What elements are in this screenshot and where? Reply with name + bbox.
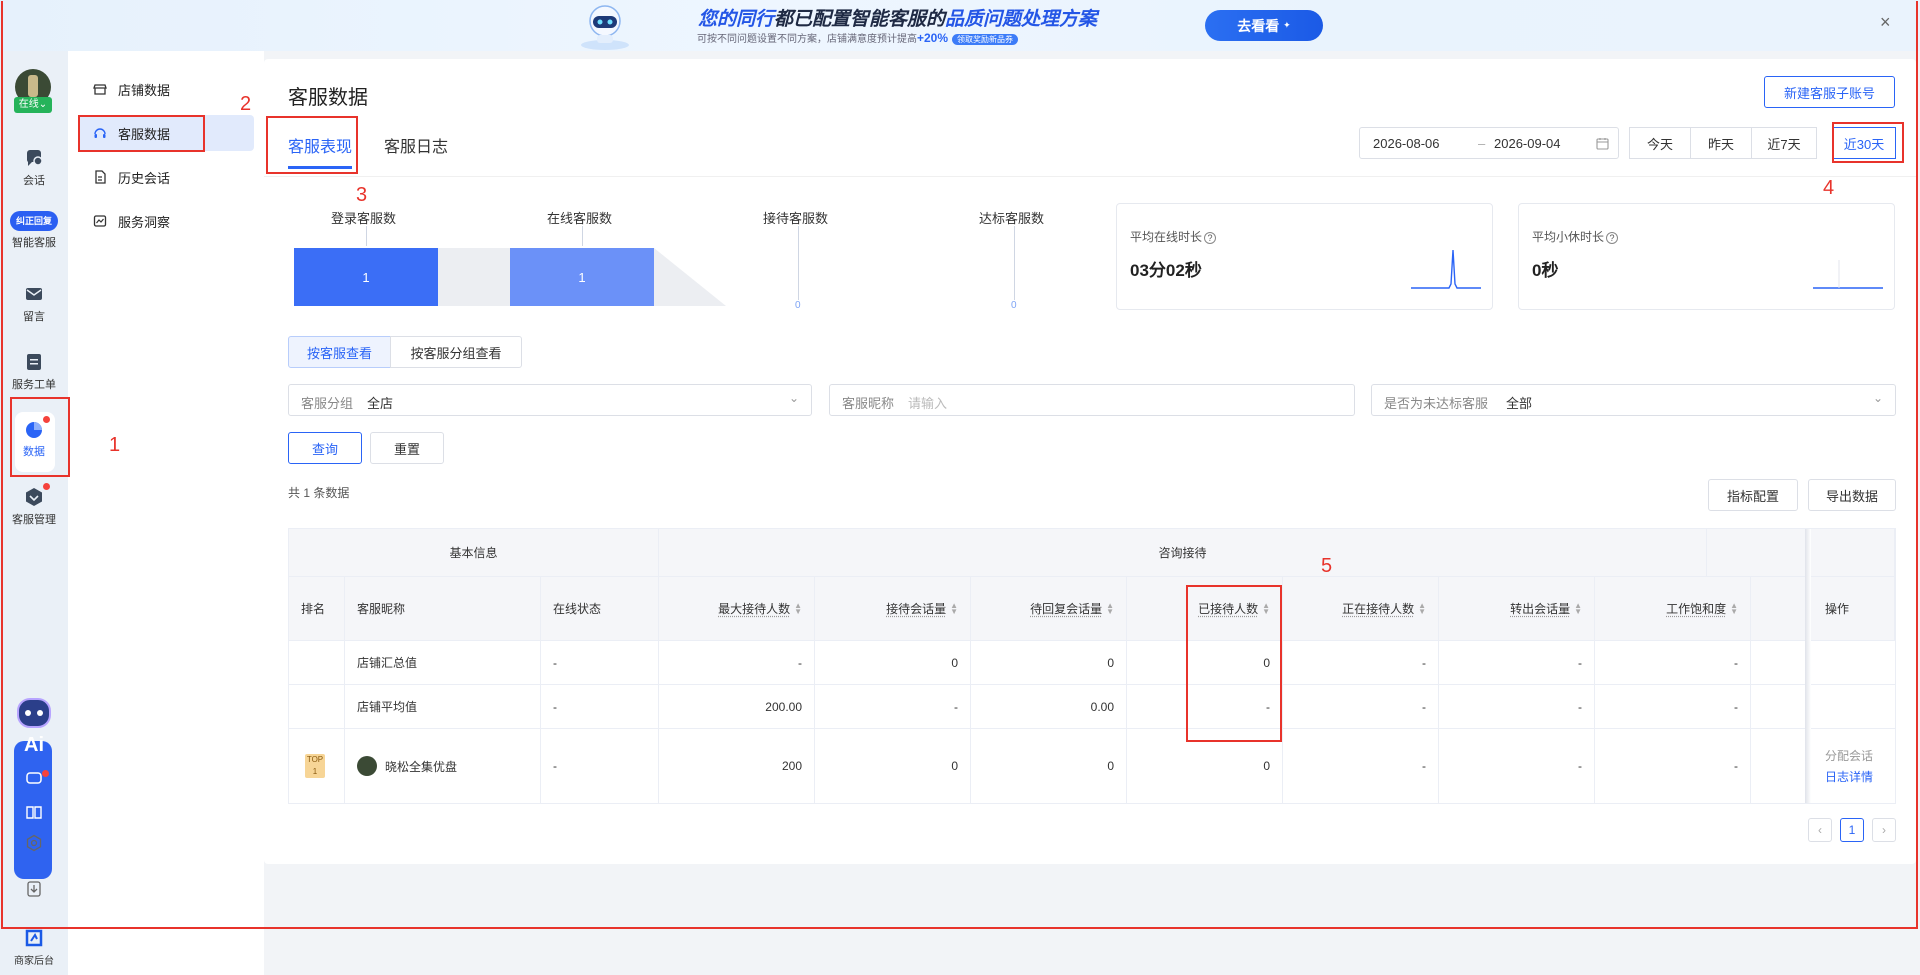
annotation-box-4 bbox=[1832, 122, 1904, 163]
annotation-box-5 bbox=[1186, 585, 1282, 742]
rail-label: 商家后台 bbox=[14, 956, 54, 967]
annotation-box-3 bbox=[266, 116, 358, 174]
annotation-number-2: 2 bbox=[240, 93, 252, 115]
merchant-logo-icon bbox=[25, 929, 43, 947]
annotation-box-2 bbox=[78, 115, 205, 152]
rail-item-merchant-backend[interactable]: 商家后台 bbox=[0, 927, 68, 967]
annotation-number-4: 4 bbox=[1823, 177, 1835, 199]
annotation-number-1: 1 bbox=[109, 434, 121, 456]
annotation-number-5: 5 bbox=[1321, 555, 1333, 577]
annotation-number-3: 3 bbox=[356, 184, 368, 206]
annotation-box-1 bbox=[10, 397, 70, 477]
